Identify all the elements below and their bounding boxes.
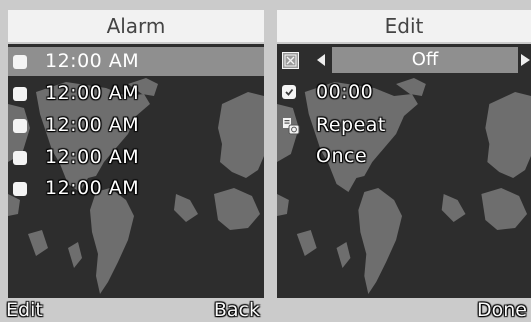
alarm-list: 12:00 AM 12:00 AM 12:00 AM 12:00 AM 12:0… (8, 44, 264, 298)
repeat-label: Repeat (316, 114, 386, 136)
time-value: 00:00 (316, 81, 374, 103)
edit-screen: Edit Off 00:00 Repeat Once Done (277, 0, 531, 322)
alarm-time: 12:00 AM (45, 177, 140, 199)
arrow-right-icon[interactable] (521, 54, 530, 66)
repeat-value-row[interactable]: Once (277, 142, 531, 171)
checkbox-icon[interactable] (13, 151, 27, 165)
softkey-bar: Done (277, 298, 531, 322)
back-softkey[interactable]: Back (214, 298, 260, 322)
alarm-item[interactable]: 12:00 AM (8, 111, 264, 140)
close-box-icon (282, 52, 299, 69)
alarm-time: 12:00 AM (45, 82, 140, 104)
repeat-icon (283, 118, 300, 135)
checkbox-icon[interactable] (13, 55, 27, 69)
alarm-time: 12:00 AM (45, 146, 140, 168)
alarm-item[interactable]: 12:00 AM (8, 143, 264, 172)
done-softkey[interactable]: Done (477, 298, 527, 322)
alarm-time: 12:00 AM (45, 114, 140, 136)
checkbox-icon[interactable] (13, 87, 27, 101)
alarm-time: 12:00 AM (45, 50, 140, 72)
repeat-row[interactable]: Repeat (277, 111, 531, 140)
alarm-item[interactable]: 12:00 AM (8, 79, 264, 108)
clock-icon (282, 85, 296, 99)
checkbox-icon[interactable] (13, 119, 27, 133)
checkbox-icon[interactable] (13, 182, 27, 196)
time-row[interactable]: 00:00 (277, 78, 531, 107)
alarm-title: Alarm (8, 10, 264, 42)
alarm-item[interactable]: 12:00 AM (8, 47, 264, 76)
alarm-state-row[interactable]: Off (277, 44, 531, 73)
edit-softkey[interactable]: Edit (6, 298, 43, 322)
edit-form: Off 00:00 Repeat Once (277, 44, 531, 298)
state-value: Off (411, 49, 439, 70)
alarm-item[interactable]: 12:00 AM (8, 174, 264, 203)
softkey-bar: Edit Back (6, 298, 264, 322)
repeat-value: Once (316, 145, 368, 167)
edit-title: Edit (277, 10, 531, 42)
alarm-screen: Alarm 12:00 AM 12:00 AM 12:00 AM 12:00 A… (6, 0, 264, 322)
arrow-left-icon[interactable] (317, 54, 326, 66)
